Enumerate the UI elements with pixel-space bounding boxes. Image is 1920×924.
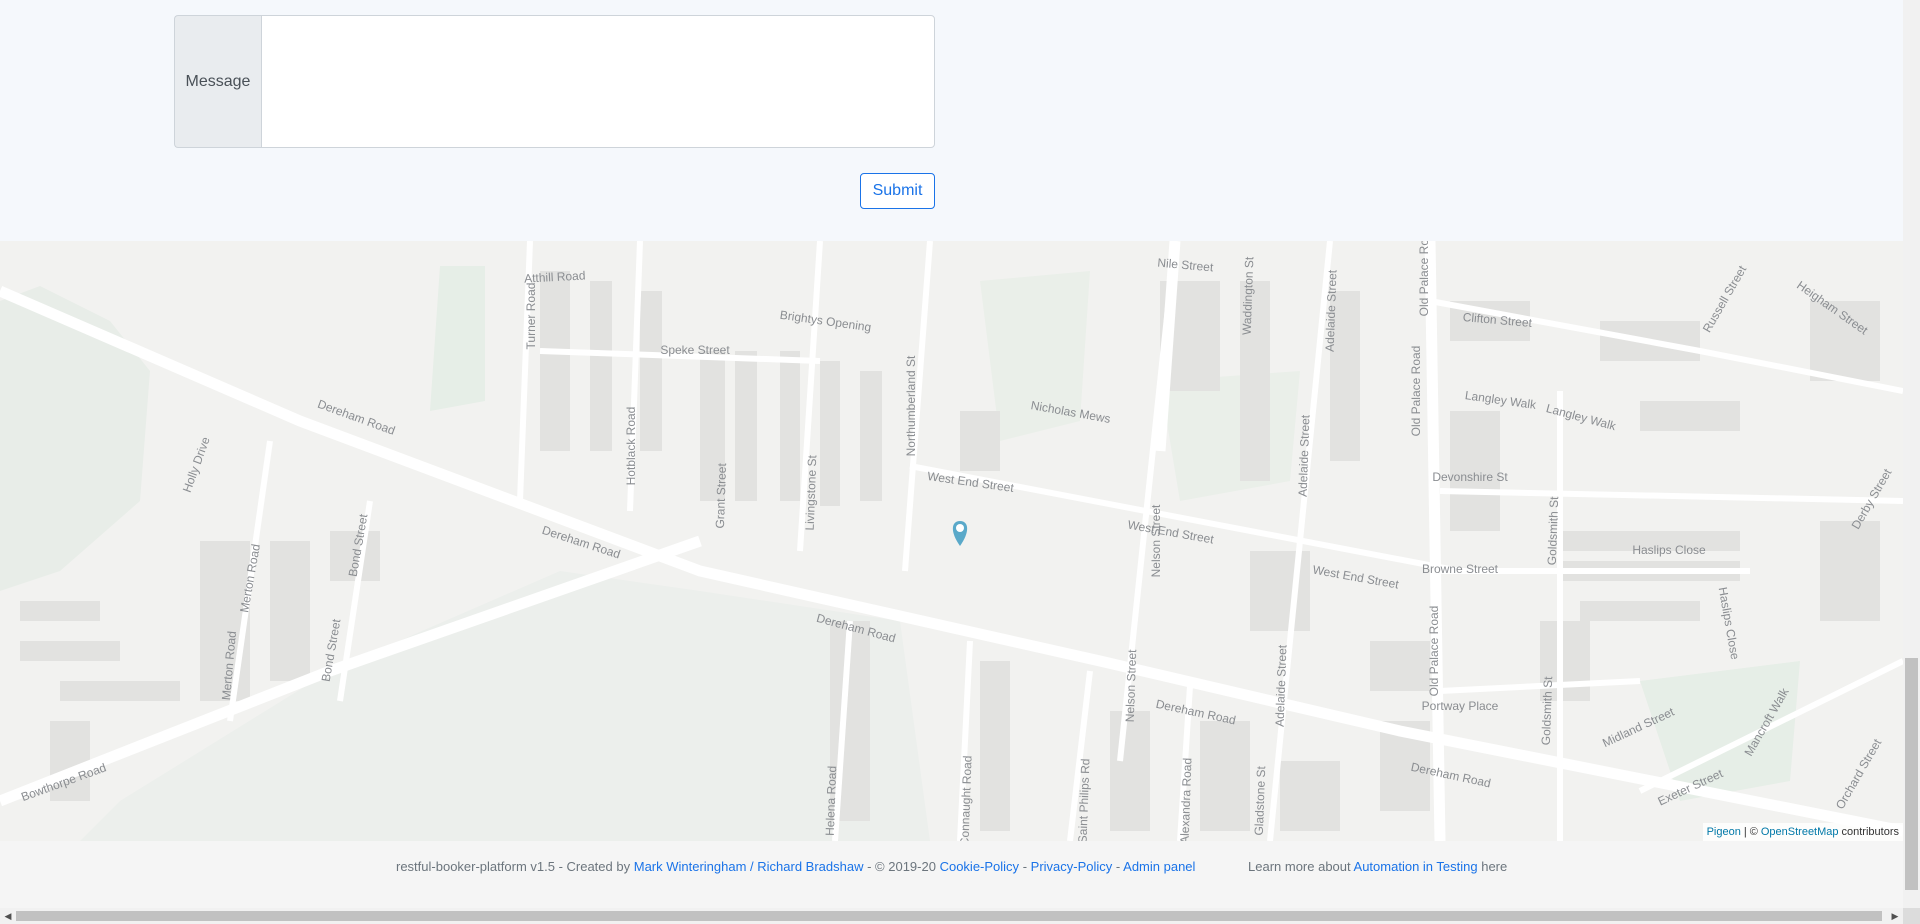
vertical-scrollbar[interactable] — [1903, 0, 1920, 908]
submit-button[interactable]: Submit — [860, 173, 935, 209]
scrollbar-corner — [1903, 908, 1920, 924]
learn-suffix: here — [1481, 859, 1508, 874]
attribution-contributors: contributors — [1841, 826, 1899, 838]
map-road-label: Haslips Close — [1632, 543, 1706, 557]
map-road-label: Northumberland St — [904, 355, 918, 456]
map-road-label: Browne Street — [1422, 562, 1499, 576]
map-road-label: Connaught Road — [957, 755, 974, 841]
footer-dash: - — [1022, 859, 1028, 874]
map-road-label: Adelaide Street — [1296, 414, 1313, 497]
privacy-policy-link[interactable]: Privacy-Policy — [1031, 859, 1113, 874]
map-road-label: Portway Place — [1422, 699, 1499, 713]
map-road-label: West End Street — [1312, 563, 1401, 592]
message-input-group: Message — [174, 15, 936, 148]
map-road-label: Nile Street — [1157, 256, 1215, 275]
map-road-label: Livingstone St — [803, 454, 820, 530]
map-road-label: Devonshire St — [1432, 470, 1508, 484]
map-tiles: Atthill RoadTurner RoadHotblack RoadSpek… — [0, 241, 1903, 841]
map-road-label: Goldsmith St — [1539, 676, 1555, 746]
footer: restful-booker-platform v1.5 - Created b… — [0, 841, 1903, 908]
map-road-label: Saint Philips Rd — [1076, 758, 1093, 841]
map-road-label: Nelson Street — [1149, 504, 1163, 577]
map-road-label: Old Palace Road — [1417, 241, 1431, 316]
park-area — [430, 266, 485, 411]
map-road-label: Waddington St — [1240, 256, 1257, 335]
map-road-label: Old Palace Road — [1409, 346, 1423, 437]
scroll-left-icon[interactable]: ◀ — [0, 908, 16, 924]
message-label: Message — [174, 15, 261, 148]
map-road-label: Hotblack Road — [624, 407, 638, 486]
map-road-label: Adelaide Street — [1273, 644, 1290, 727]
admin-panel-link[interactable]: Admin panel — [1123, 859, 1195, 874]
map-road-label: Alexandra Road — [1178, 758, 1195, 841]
map-road-label: Langley Walk — [1464, 388, 1538, 412]
pigeon-attribution-link[interactable]: Pigeon — [1707, 826, 1741, 838]
map-road-label: Gladstone St — [1252, 765, 1268, 835]
map-road-label: Nelson Street — [1123, 649, 1140, 723]
map-road-label: Speke Street — [660, 343, 730, 357]
openstreetmap-link[interactable]: OpenStreetMap — [1761, 826, 1839, 838]
cookie-policy-link[interactable]: Cookie-Policy — [940, 859, 1019, 874]
learn-prefix: Learn more about — [1248, 859, 1351, 874]
map-road-label: Goldsmith St — [1545, 496, 1561, 566]
map-road-label: Orchard Street — [1833, 736, 1885, 812]
message-textarea[interactable] — [261, 15, 935, 148]
map-road-label: Helena Road — [823, 766, 839, 837]
map-road-label: West End Street — [926, 469, 1015, 495]
page: Message Submit Atthill Road Turner Road … — [0, 0, 1903, 924]
map-road-label: Old Palace Road — [1427, 606, 1441, 697]
horizontal-scrollbar-thumb[interactable] — [16, 911, 1882, 921]
map-road-label: Grant Street — [713, 462, 729, 528]
park-area — [0, 286, 150, 591]
footer-credits: restful-booker-platform v1.5 - Created b… — [396, 859, 1195, 874]
map-road-label: Langley Walk — [1545, 401, 1619, 433]
map-road-label: Brightys Opening — [779, 308, 872, 335]
map-attribution: Pigeon | © OpenStreetMap contributors — [1702, 823, 1903, 841]
footer-copyright: - © 2019-20 — [867, 859, 936, 874]
vertical-scrollbar-thumb[interactable] — [1905, 658, 1918, 890]
contact-form-section: Message Submit — [0, 0, 1903, 241]
map-road-label: Holly Drive — [180, 435, 213, 495]
location-map[interactable]: Atthill Road Turner Road Hotblack Road Spek… — [0, 241, 1903, 841]
map-road-label: Haslips Close — [1716, 586, 1743, 661]
map-road-label: Russell Street — [1700, 263, 1750, 335]
horizontal-scrollbar[interactable]: ◀ ▶ — [0, 908, 1903, 924]
map-road-label: Adelaide Street — [1323, 269, 1340, 352]
location-marker-icon[interactable] — [952, 521, 968, 546]
map-road-label: Turner Road — [524, 283, 538, 350]
footer-learn-more: Learn more about Automation in Testing h… — [1248, 859, 1507, 874]
scroll-right-icon[interactable]: ▶ — [1887, 908, 1903, 924]
footer-dash: - — [1115, 859, 1121, 874]
automation-in-testing-link[interactable]: Automation in Testing — [1354, 859, 1478, 874]
authors-link[interactable]: Mark Winteringham / Richard Bradshaw — [634, 859, 864, 874]
footer-prefix: restful-booker-platform v1.5 - Created b… — [396, 859, 631, 874]
map-road-label: Dereham Road — [1155, 697, 1238, 728]
attribution-separator: | © — [1743, 826, 1758, 838]
